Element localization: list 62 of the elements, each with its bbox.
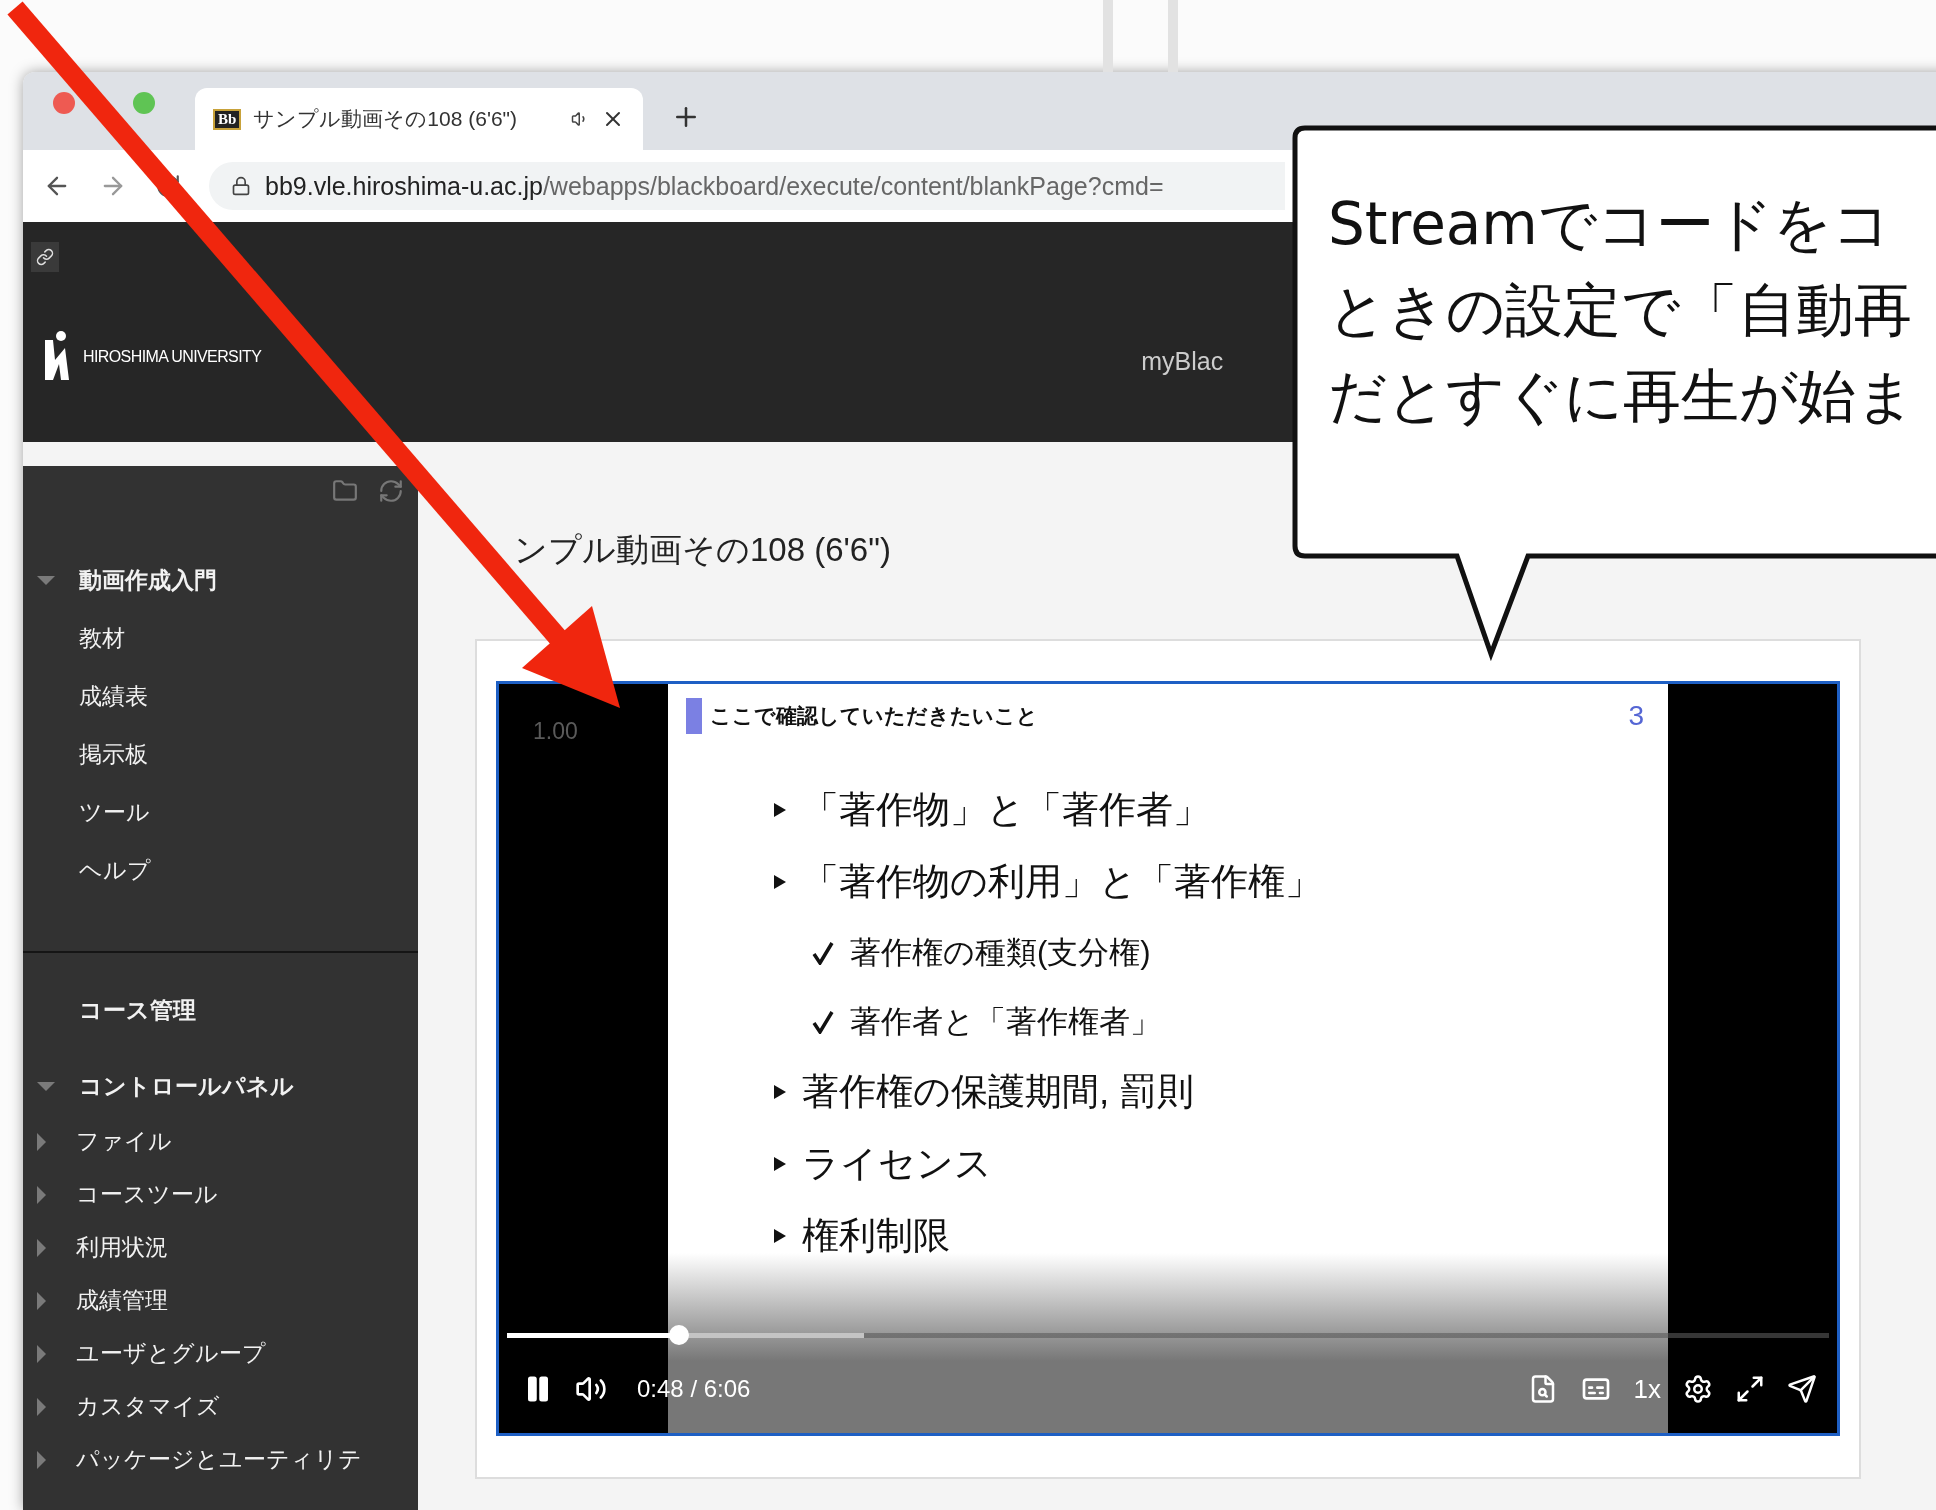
page-title: ンプル動画その108 (6'6") <box>514 530 892 570</box>
bullet-arrow-icon <box>774 875 786 889</box>
bullet-arrow-icon <box>774 803 786 817</box>
bullet-text: 権利制限 <box>802 1214 950 1258</box>
bullet-arrow-icon <box>774 1157 786 1171</box>
speed-overlay: 1.00 <box>533 718 578 745</box>
url-text: bb9.vle.hiroshima-u.ac.jp/webapps/blackboard/execute/content/blankPage?cmd= <box>265 171 1164 201</box>
browser-tab[interactable]: Bb サンプル動画その108 (6'6") <box>195 88 643 150</box>
sidebar-item[interactable]: ヘルプ <box>79 854 151 886</box>
sidebar-item[interactable]: 成績管理 <box>76 1285 168 1316</box>
sidebar-item[interactable]: 教材 <box>79 622 125 654</box>
callout-text: Streamでコードをコ ときの設定で「自動再 だとすぐに再生が始ま <box>1328 189 1915 432</box>
sidebar-item[interactable]: パッケージとユーティリテ <box>76 1444 362 1475</box>
fullscreen-icon[interactable] <box>1735 1374 1765 1404</box>
favicon: Bb <box>213 108 242 130</box>
sidebar-item[interactable]: 掲示板 <box>79 738 148 770</box>
sidebar-item[interactable]: 利用状況 <box>76 1232 168 1263</box>
checkmark-icon <box>812 1009 834 1034</box>
zoom-window-button[interactable] <box>133 92 155 114</box>
caret-right-icon[interactable] <box>37 1238 46 1257</box>
bullet-text: 「著作物の利用」と「著作権」 <box>802 860 1322 904</box>
address-bar[interactable]: bb9.vle.hiroshima-u.ac.jp/webapps/blackboard/execute/content/blankPage?cmd= <box>209 162 1285 210</box>
folder-icon[interactable] <box>332 478 358 504</box>
bullet-text: 著作者と「著作権者」 <box>850 1002 1161 1041</box>
caret-right-icon[interactable] <box>37 1132 46 1151</box>
lock-icon <box>231 176 251 196</box>
tab-title: サンプル動画その108 (6'6") <box>253 106 519 132</box>
sidebar-heading: コース管理 <box>79 995 196 1025</box>
refresh-icon[interactable] <box>378 478 404 504</box>
bullet-text: 著作権の保護期間, 罰則 <box>802 1070 1194 1114</box>
caret-right-icon[interactable] <box>37 1185 46 1204</box>
sidebar-item[interactable]: 成績表 <box>79 680 148 712</box>
caret-right-icon[interactable] <box>37 1450 46 1469</box>
sidebar-item[interactable]: ファイル <box>76 1126 172 1157</box>
speed-button[interactable]: 1x <box>1633 1373 1661 1405</box>
sidebar-item[interactable]: カスタマイズ <box>76 1391 220 1422</box>
sidebar-item[interactable]: コースツール <box>76 1179 218 1210</box>
close-window-button[interactable] <box>53 92 75 114</box>
bullet-arrow-icon <box>774 1085 786 1099</box>
caret-down-icon[interactable] <box>37 1081 55 1091</box>
settings-icon[interactable] <box>1683 1374 1713 1404</box>
bullet-text: 「著作物」と「著作者」 <box>802 788 1210 832</box>
caret-right-icon[interactable] <box>37 1397 46 1416</box>
sidebar-item[interactable]: ツール <box>79 796 150 828</box>
heading-marker <box>686 698 702 734</box>
caret-right-icon[interactable] <box>37 1344 46 1363</box>
time-display: 0:48 / 6:06 <box>637 1375 752 1403</box>
caret-down-icon[interactable] <box>37 575 55 585</box>
slide-number: 3 <box>1628 700 1644 732</box>
sidebar-item[interactable]: 動画作成入門 <box>79 564 217 596</box>
caret-right-icon[interactable] <box>37 1291 46 1310</box>
bullet-text: 著作権の種類(支分権) <box>850 933 1151 972</box>
bullet-text: ライセンス <box>802 1142 992 1186</box>
sidebar-item[interactable]: コントロールパネル <box>79 1070 294 1102</box>
link-button[interactable] <box>31 242 59 272</box>
share-icon[interactable] <box>1787 1374 1817 1404</box>
university-logo: HIROSHIMA UNIVERSITY <box>83 348 262 366</box>
bullet-arrow-icon <box>774 1229 786 1243</box>
nav-link[interactable]: myBlac <box>1141 346 1224 376</box>
slide-heading: ここで確認していただきたいこと <box>710 703 1039 729</box>
sidebar-item[interactable]: ユーザとグループ <box>76 1338 266 1369</box>
checkmark-icon <box>812 940 834 965</box>
